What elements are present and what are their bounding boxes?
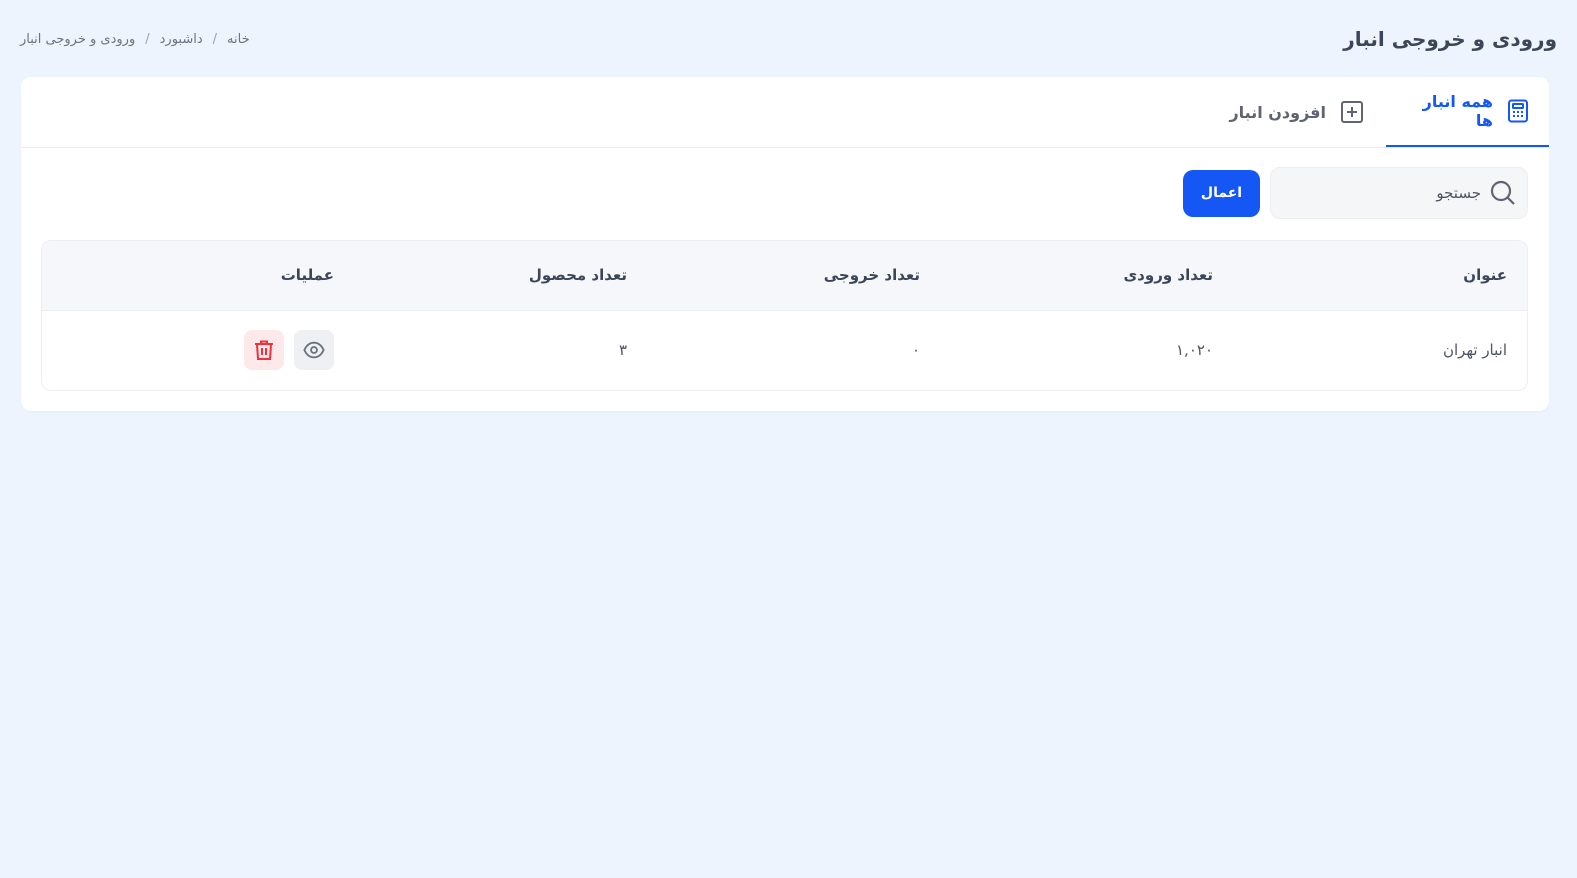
table-header-row: عنوان تعداد ورودی تعداد خروجی تعداد محصو… — [42, 241, 1527, 310]
tab-add-warehouse[interactable]: افزودن انبار — [1209, 77, 1386, 147]
breadcrumb: خانه / داشبورد / ورودی و خروجی انبار — [20, 32, 250, 47]
search-input[interactable] — [1285, 184, 1481, 202]
cell-in: ۱,۰۲۰ — [1176, 341, 1213, 360]
tab-bar: همه انبار ها افزودن انبار — [21, 77, 1549, 148]
row-actions — [62, 330, 334, 371]
column-header-count[interactable]: تعداد محصول — [354, 241, 647, 310]
breadcrumb-separator: / — [145, 31, 150, 47]
column-header-out[interactable]: تعداد خروجی — [647, 241, 940, 310]
delete-button[interactable] — [244, 330, 284, 371]
main-card: همه انبار ها افزودن انبار اعمال — [21, 77, 1549, 411]
view-button[interactable] — [294, 330, 334, 371]
tab-label: همه انبار ها — [1422, 92, 1493, 130]
cell-operations — [42, 310, 354, 390]
calculator-icon — [1508, 99, 1528, 123]
breadcrumb-home[interactable]: خانه — [227, 32, 250, 47]
apply-button[interactable]: اعمال — [1183, 169, 1260, 217]
breadcrumb-separator: / — [212, 31, 218, 47]
column-header-title[interactable]: عنوان — [1233, 241, 1527, 310]
cell-count: ۳ — [618, 341, 627, 360]
topbar: ورودی و خروجی انبار خانه / داشبورد / ورو… — [20, 22, 1557, 56]
eye-icon — [303, 341, 325, 359]
tab-label: افزودن انبار — [1229, 102, 1326, 122]
page-title: ورودی و خروجی انبار — [1343, 27, 1557, 51]
page: ورودی و خروجی انبار خانه / داشبورد / ورو… — [0, 0, 1577, 878]
column-header-operations: عملیات — [280, 266, 334, 285]
search-toolbar: اعمال — [1183, 167, 1528, 219]
cell-title: انبار تهران — [1443, 341, 1507, 360]
breadcrumb-current: ورودی و خروجی انبار — [20, 31, 136, 47]
search-box[interactable] — [1270, 167, 1528, 219]
column-header-in[interactable]: تعداد ورودی — [940, 241, 1233, 310]
tab-all-warehouses[interactable]: همه انبار ها — [1386, 77, 1549, 147]
search-icon — [1490, 180, 1515, 205]
warehouse-table: عنوان تعداد ورودی تعداد خروجی تعداد محصو… — [41, 240, 1528, 391]
table-row: انبار تهران ۱,۰۲۰ ۰ ۳ — [42, 310, 1527, 390]
cell-out: ۰ — [911, 341, 920, 360]
plus-square-icon — [1341, 101, 1363, 123]
trash-icon — [255, 340, 273, 361]
breadcrumb-dashboard[interactable]: داشبورد — [160, 32, 203, 47]
